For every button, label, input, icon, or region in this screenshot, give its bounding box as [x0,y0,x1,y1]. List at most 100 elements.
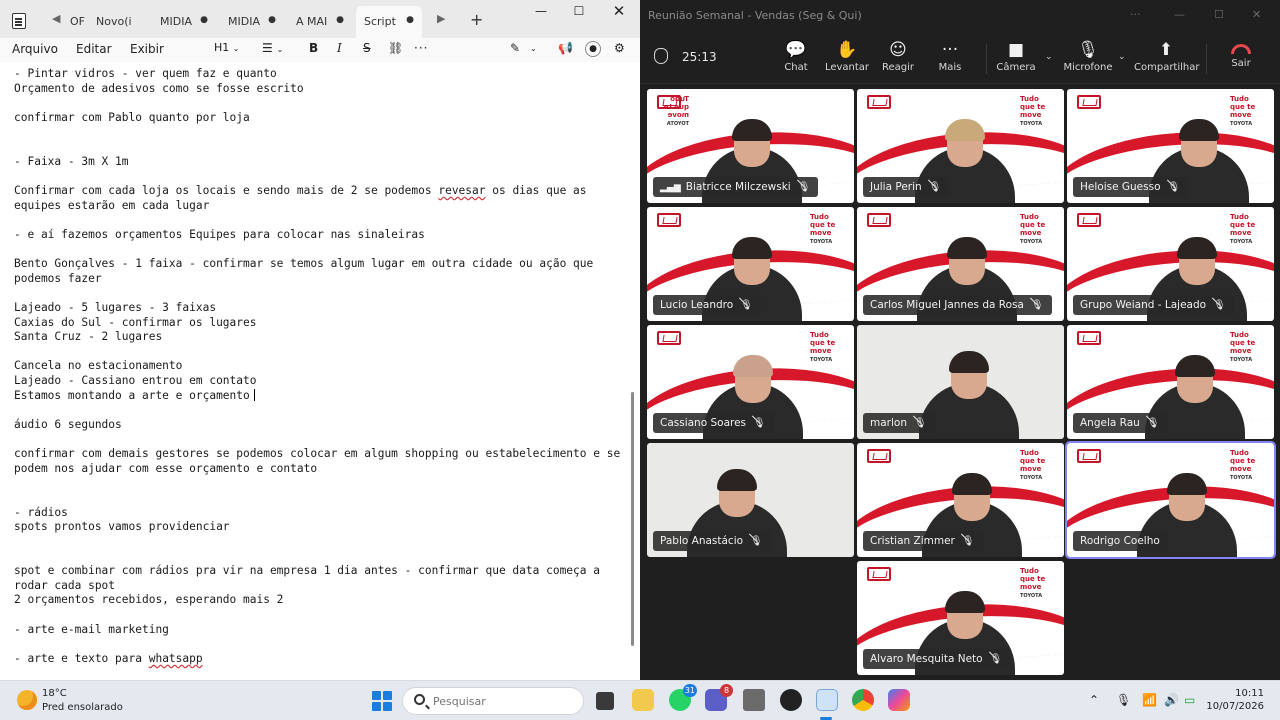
snipping-tool-icon[interactable] [743,689,765,711]
bold-button[interactable]: B [309,41,318,55]
shield-icon[interactable] [654,48,668,64]
text-line: Lajeado - Cassiano entrou em contato [14,374,257,388]
text-line: Cancela no estacionamento [14,359,183,373]
participant-tile[interactable]: Tudo que te move TOYOTA Lucio Leandro 🎙 [647,207,854,321]
italic-button[interactable]: I [337,41,342,55]
camera-button[interactable]: ■ Câmera [984,38,1048,82]
tab-scroll-left-icon[interactable]: ◀ [52,12,60,25]
windows-start-icon[interactable] [372,691,392,711]
tab-label: MIDIA [228,15,260,28]
participant-name-tag: Julia Perin 🎙 [863,177,950,197]
settings-gear-icon[interactable]: ⚙ [614,41,625,55]
dealer-logo-icon [867,95,891,109]
search-input[interactable] [433,693,573,709]
chevron-up-icon[interactable]: ⌃ [1089,693,1099,707]
taskbar-search[interactable] [402,687,584,715]
volume-icon[interactable]: 🔊 [1164,693,1179,707]
close-icon[interactable]: ✕ [1252,8,1261,21]
more-options-button[interactable]: ··· [414,41,428,55]
minimize-icon[interactable]: — [526,4,556,24]
weather-description[interactable]: Pred ensolarado [42,702,123,713]
tab-5[interactable]: A MAI ● [288,6,352,38]
mic-muted-icon: 🎙 [753,414,766,434]
task-view-icon[interactable] [596,692,614,710]
dot-icon[interactable]: ● [336,15,344,25]
more-options-icon[interactable]: ··· [1130,8,1141,21]
camera-options-chevron-icon[interactable]: ⌄ [1045,52,1053,62]
brand-tagline-text: Tudo que te move [1230,213,1256,237]
brand-tagline-text: Tudo que te move [1230,95,1256,119]
wifi-icon[interactable]: 📶 [1142,693,1157,707]
strikethrough-button[interactable]: S [363,41,371,55]
minimize-icon[interactable]: — [1174,8,1185,21]
misspelled-word[interactable]: revesar [438,184,485,197]
notepad-text-area[interactable]: - Pintar vidros - ver quem faz e quanto O… [0,62,640,680]
new-tab-plus-icon[interactable]: + [470,12,483,28]
notepad-taskbar-icon[interactable] [816,689,838,711]
participant-name-tag: Alvaro Mesquita Neto 🎙 [863,649,1011,669]
leave-button[interactable]: Sair [1209,38,1273,82]
menu-exibir[interactable]: Exibir [130,42,164,56]
file-explorer-icon[interactable] [632,689,654,711]
sun-weather-icon[interactable] [17,690,37,710]
participant-name: Julia Perin [870,181,922,193]
chevron-down-icon: ⌄ [276,45,284,54]
menu-arquivo[interactable]: Arquivo [12,42,58,56]
text-line: rodar cada spot [14,578,116,592]
participant-tile[interactable]: Tudo que te move TOYOTA Cassiano Soares 🎙 [647,325,854,439]
copilot-icon[interactable] [888,689,910,711]
tab-1[interactable]: OF [62,6,90,38]
tab-label: Script [364,15,396,28]
participant-tile[interactable]: Tudo que te move TOYOTA Rodrigo Coelho [1065,441,1276,559]
chevron-down-icon[interactable]: ⌄ [530,44,537,53]
participant-tile[interactable]: Tudo que te move TOYOTA Grupo Weiand - Laj… [1067,207,1274,321]
text-line: - Faixa - 3m X 1m [14,154,129,168]
whatsapp-icon[interactable]: 31 [669,684,697,711]
participant-tile[interactable]: Tudo que te move TOYOTA Heloise Guesso 🎙 [1067,89,1274,203]
copilot-rewrite-icon[interactable]: ✎ [510,41,520,55]
hang-up-icon [1231,44,1251,54]
chrome-icon[interactable] [852,689,874,711]
tab-2[interactable]: Novo(i [88,6,150,38]
vertical-scrollbar[interactable] [631,392,634,646]
menu-editar[interactable]: Editar [76,42,112,56]
participant-name-tag: Grupo Weiand - Lajeado 🎙 [1073,295,1234,315]
more-button[interactable]: ··· Mais [918,38,982,82]
close-icon[interactable]: ✕ [604,2,634,22]
maximize-icon[interactable]: ☐ [564,4,594,24]
tab-script[interactable]: Script ● [356,6,422,38]
teams-icon[interactable]: 8 [705,684,733,711]
participant-tile[interactable]: Tudo que te move TOYOTA Angela Rau 🎙 [1067,325,1274,439]
tab-3[interactable]: MIDIA ● [152,6,216,38]
clock[interactable]: 10:11 10/07/2026 [1206,687,1264,713]
dot-icon[interactable]: ● [406,15,414,25]
participant-tile[interactable]: Tudo que te move TOYOTA Carlos Miguel Jann… [857,207,1064,321]
misspelled-word[interactable]: whatsapp [149,652,203,665]
link-icon[interactable]: ⛓ [388,41,403,55]
participant-tile[interactable]: marlon 🎙 [857,325,1064,439]
weather-temperature[interactable]: 18°C [42,688,67,699]
heading-dropdown[interactable]: H1 ⌄ [214,41,239,54]
mic-options-chevron-icon[interactable]: ⌄ [1118,52,1126,62]
dot-icon[interactable]: ● [200,15,208,25]
text-line: áudio 6 segundos [14,417,122,431]
microphone-button[interactable]: 🎙 Microfone [1056,38,1120,82]
maximize-icon[interactable]: ☐ [1214,8,1224,21]
mic-muted-tray-icon[interactable]: 🎙 [1116,693,1131,707]
battery-icon[interactable]: ▭ [1184,693,1195,707]
list-dropdown[interactable]: ☰ ⌄ [262,41,283,55]
participant-tile[interactable]: Tudo que te move TOYOTA Cristian Zimmer 🎙 [857,443,1064,557]
media-app-icon[interactable] [780,689,802,711]
account-icon[interactable]: ● [585,41,601,57]
tab-scroll-right-icon[interactable]: ▶ [437,12,445,25]
share-button[interactable]: ⬆ Compartilhar [1134,38,1199,82]
dot-icon[interactable]: ● [268,15,276,25]
tab-4[interactable]: MIDIA ● [220,6,284,38]
mic-off-icon: 🎙 [1077,40,1099,60]
announcement-icon[interactable]: 📢 [558,41,573,55]
participant-tile[interactable]: Tudo que te move TOYOTA Alvaro Mesquita Ne… [857,561,1064,675]
participant-tile[interactable]: Pablo Anastácio 🎙 [647,443,854,557]
participant-tile[interactable]: Tudo que te move TOYOTA ▂▄▆ Biatricce Milcz… [647,89,854,203]
brand-tagline: Tudo que te move TOYOTA [810,213,844,246]
participant-tile[interactable]: Tudo que te move TOYOTA Julia Perin 🎙 [857,89,1064,203]
